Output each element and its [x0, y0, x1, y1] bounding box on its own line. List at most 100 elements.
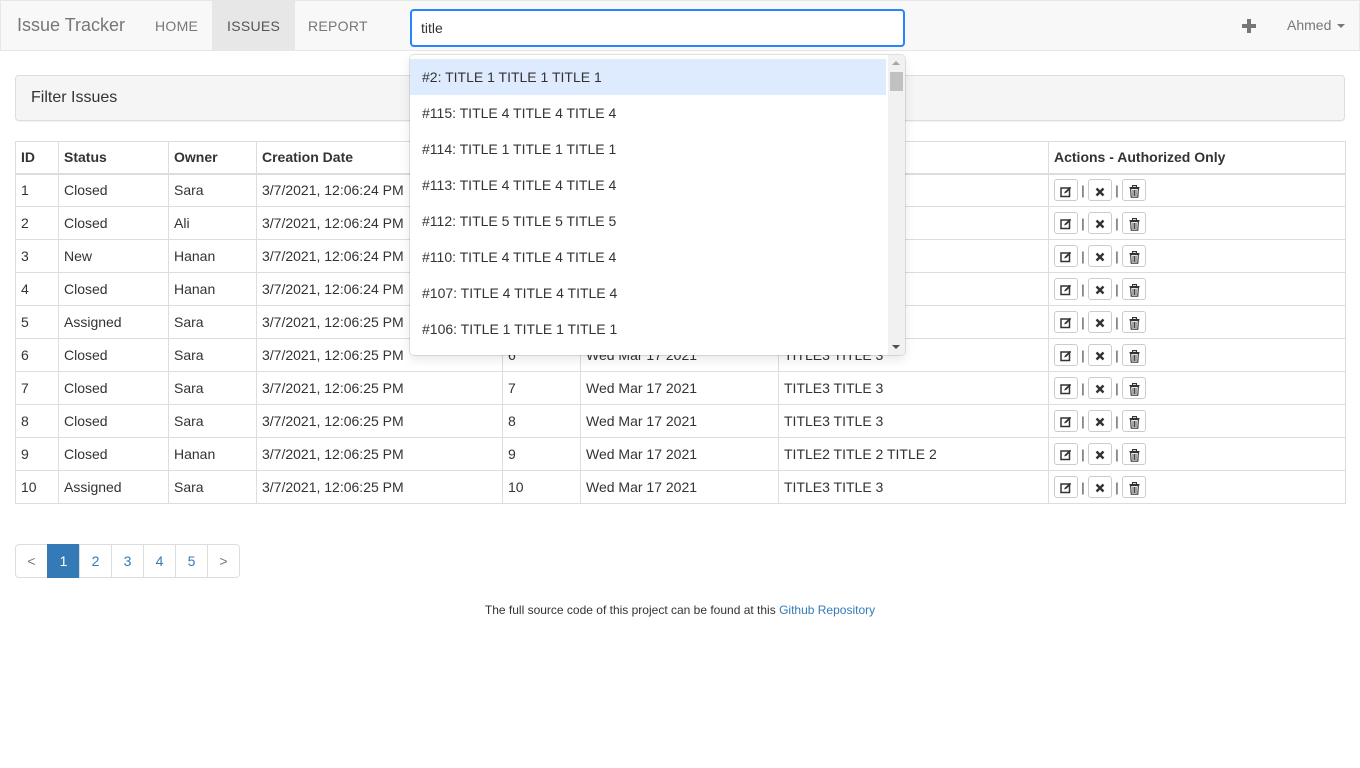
cell-id: 4 [15, 272, 59, 306]
close-icon [1095, 314, 1105, 330]
edit-issue-button[interactable] [1054, 344, 1078, 366]
table-row[interactable]: 8 Closed Sara 3/7/2021, 12:06:25 PM 8 Wed Mar… [15, 404, 1346, 438]
search-option[interactable]: #113: TITLE 4 TITLE 4 TITLE 4 [410, 167, 886, 203]
cell-id: 10 [15, 470, 59, 504]
action-separator: | [1081, 347, 1085, 363]
page-2-button[interactable]: 2 [79, 544, 112, 578]
plus-icon[interactable] [1240, 14, 1258, 38]
page-3-button[interactable]: 3 [111, 544, 144, 578]
cell: 7 [502, 371, 581, 405]
cell-owner: Sara [168, 371, 257, 405]
cell-owner: Sara [168, 470, 257, 504]
search-option[interactable]: #114: TITLE 1 TITLE 1 TITLE 1 [410, 131, 886, 167]
close-icon [1095, 380, 1105, 396]
cell-creation-date: 3/7/2021, 12:06:25 PM [256, 470, 503, 504]
delete-issue-button[interactable] [1122, 377, 1146, 399]
cell-id: 5 [15, 305, 59, 339]
delete-issue-button[interactable] [1122, 278, 1146, 300]
page-5-button[interactable]: 5 [175, 544, 208, 578]
cell-id: 9 [15, 437, 59, 471]
cell-owner: Hanan [168, 437, 257, 471]
cell: Wed Mar 17 2021 [580, 404, 779, 438]
nav-home[interactable]: HOME [140, 1, 213, 51]
cell-id: 8 [15, 404, 59, 438]
close-issue-button[interactable] [1088, 344, 1112, 366]
pagination: < 1 2 3 4 5 > [15, 544, 240, 578]
action-separator: | [1081, 479, 1085, 495]
close-issue-button[interactable] [1088, 377, 1112, 399]
cell-owner: Ali [168, 206, 257, 240]
cell-id: 3 [15, 239, 59, 273]
close-issue-button[interactable] [1088, 410, 1112, 432]
search-option[interactable]: #110: TITLE 4 TITLE 4 TITLE 4 [410, 239, 886, 275]
close-issue-button[interactable] [1088, 212, 1112, 234]
delete-issue-button[interactable] [1122, 344, 1146, 366]
scroll-down-arrow-icon[interactable] [892, 345, 900, 349]
table-row[interactable]: 10 Assigned Sara 3/7/2021, 12:06:25 PM 10 Wed… [15, 470, 1346, 504]
user-menu[interactable]: Ahmed [1287, 17, 1346, 33]
edit-issue-button[interactable] [1054, 212, 1078, 234]
action-separator: | [1081, 413, 1085, 429]
dropdown-scrollbar[interactable] [888, 55, 905, 355]
close-issue-button[interactable] [1088, 443, 1112, 465]
delete-issue-button[interactable] [1122, 476, 1146, 498]
cell-actions: | | [1048, 371, 1346, 405]
issue-search-input[interactable] [410, 9, 905, 47]
action-separator: | [1115, 446, 1119, 462]
scroll-thumb[interactable] [890, 72, 903, 91]
action-separator: | [1081, 380, 1085, 396]
page-4-button[interactable]: 4 [143, 544, 176, 578]
edit-issue-button[interactable] [1054, 377, 1078, 399]
page-prev-button[interactable]: < [15, 544, 48, 578]
delete-issue-button[interactable] [1122, 443, 1146, 465]
delete-issue-button[interactable] [1122, 212, 1146, 234]
search-suggestions-dropdown: #2: TITLE 1 TITLE 1 TITLE 1 #115: TITLE … [410, 55, 905, 355]
cell-status: New [58, 239, 169, 273]
delete-issue-button[interactable] [1122, 410, 1146, 432]
cell-status: Assigned [58, 305, 169, 339]
brand-title[interactable]: Issue Tracker [17, 15, 125, 36]
search-option[interactable]: #106: TITLE 1 TITLE 1 TITLE 1 [410, 311, 886, 347]
close-issue-button[interactable] [1088, 476, 1112, 498]
close-issue-button[interactable] [1088, 179, 1112, 202]
search-option[interactable]: #112: TITLE 5 TITLE 5 TITLE 5 [410, 203, 886, 239]
delete-issue-button[interactable] [1122, 311, 1146, 333]
page-next-button[interactable]: > [207, 544, 240, 578]
edit-issue-button[interactable] [1054, 179, 1078, 202]
column-header-status[interactable]: Status [58, 141, 169, 175]
action-separator: | [1115, 248, 1119, 264]
github-repository-link[interactable]: Github Repository [779, 603, 875, 617]
search-option[interactable]: #115: TITLE 4 TITLE 4 TITLE 4 [410, 95, 886, 131]
edit-issue-button[interactable] [1054, 443, 1078, 465]
edit-issue-button[interactable] [1054, 278, 1078, 300]
cell-creation-date: 3/7/2021, 12:06:25 PM [256, 404, 503, 438]
delete-issue-button[interactable] [1122, 245, 1146, 267]
edit-issue-button[interactable] [1054, 476, 1078, 498]
close-issue-button[interactable] [1088, 278, 1112, 300]
table-row[interactable]: 7 Closed Sara 3/7/2021, 12:06:25 PM 7 Wed Mar… [15, 371, 1346, 405]
edit-issue-button[interactable] [1054, 311, 1078, 333]
cell-owner: Hanan [168, 272, 257, 306]
column-header-owner[interactable]: Owner [168, 141, 257, 175]
trash-icon [1129, 446, 1140, 462]
cell-actions: | | [1048, 470, 1346, 504]
cell-id: 1 [15, 173, 59, 207]
column-header-id[interactable]: ID [15, 141, 59, 175]
cell-status: Closed [58, 371, 169, 405]
close-issue-button[interactable] [1088, 311, 1112, 333]
column-header-actions: Actions - Authorized Only [1048, 141, 1346, 175]
cell-owner: Sara [168, 305, 257, 339]
page-1-button[interactable]: 1 [47, 544, 80, 578]
close-issue-button[interactable] [1088, 245, 1112, 267]
edit-issue-button[interactable] [1054, 410, 1078, 432]
search-option[interactable]: #107: TITLE 4 TITLE 4 TITLE 4 [410, 275, 886, 311]
footer-text: The full source code of this project can… [484, 603, 780, 617]
nav-issues[interactable]: ISSUES [212, 1, 296, 51]
nav-report[interactable]: REPORT [293, 1, 383, 51]
delete-issue-button[interactable] [1122, 179, 1146, 202]
action-separator: | [1081, 314, 1085, 330]
search-option[interactable]: #2: TITLE 1 TITLE 1 TITLE 1 [410, 59, 886, 95]
edit-issue-button[interactable] [1054, 245, 1078, 267]
scroll-up-arrow-icon[interactable] [892, 61, 900, 65]
table-row[interactable]: 9 Closed Hanan 3/7/2021, 12:06:25 PM 9 Wed Ma… [15, 437, 1346, 471]
